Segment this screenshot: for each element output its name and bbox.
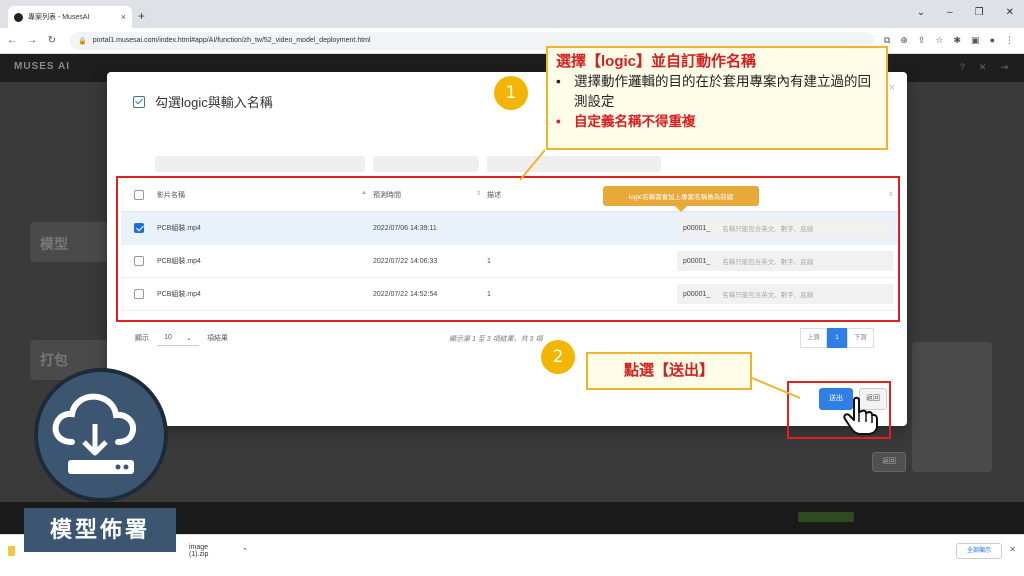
step-1-marker: 1 [494, 76, 528, 110]
show-all-downloads-button[interactable]: 全部顯示 [955, 543, 1002, 559]
step-2-marker: 2 [541, 340, 575, 374]
deploy-badge [34, 368, 168, 502]
step-1-callout: 選擇【logic】並自訂動作名稱 • 選擇動作邏輯的目的在於套用專案內有建立過的回… [546, 46, 888, 150]
hand-cursor-icon [843, 396, 878, 435]
chevron-up-icon[interactable]: ⌃ [242, 547, 248, 555]
download-filename: image (1).zip [188, 544, 209, 558]
close-download-bar-icon[interactable]: ✕ [1009, 545, 1016, 554]
step-2-callout: 點選【送出】 [586, 352, 752, 390]
deploy-badge-label: 模型佈署 [24, 508, 176, 552]
zip-file-icon [8, 546, 15, 556]
step-1-bullet-text: 自定義名稱不得重複 [574, 114, 696, 129]
step-1-bullet-text: 選擇動作邏輯的目的在於套用專案內有建立過的回測設定 [574, 74, 871, 109]
cloud-download-icon [52, 393, 137, 474]
step-1-bullet: • 選擇動作邏輯的目的在於套用專案內有建立過的回測設定 [556, 72, 878, 112]
step-1-bullet: • 自定義名稱不得重複 [556, 112, 878, 132]
step-1-title: 選擇【logic】並自訂動作名稱 [556, 53, 757, 70]
